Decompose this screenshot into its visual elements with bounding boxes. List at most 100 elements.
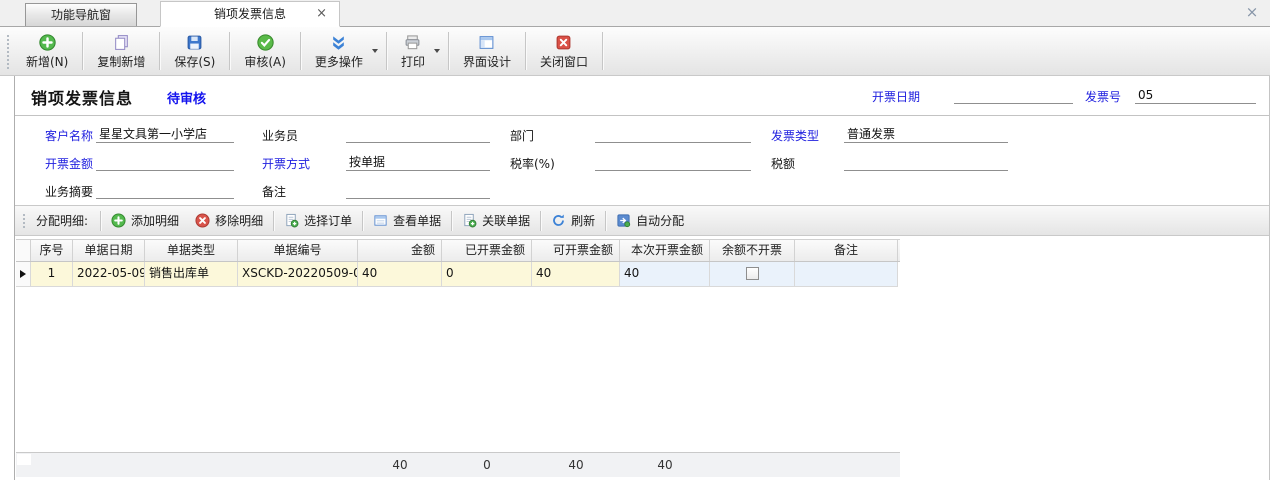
col-no-invoice-balance[interactable]: 余额不开票 xyxy=(710,240,795,261)
col-doc-date[interactable]: 单据日期 xyxy=(73,240,145,261)
main-toolbar: 新增(N) 复制新增 保存(S) 审核(A) 更多操作 xyxy=(0,27,1270,76)
tax-rate-field[interactable] xyxy=(595,154,751,171)
title-row: 销项发票信息 待审核 开票日期 发票号 05 xyxy=(15,76,1269,115)
col-invoiceable-amount[interactable]: 可开票金额 xyxy=(532,240,620,261)
summary-amount: 40 xyxy=(358,453,442,477)
no-invoice-balance-checkbox[interactable] xyxy=(746,267,759,280)
refresh-button[interactable]: 刷新 xyxy=(543,209,603,232)
col-doc-type[interactable]: 单据类型 xyxy=(145,240,238,261)
salesman-label: 业务员 xyxy=(262,127,298,144)
col-amount[interactable]: 金额 xyxy=(358,240,442,261)
audit-button[interactable]: 审核(A) xyxy=(231,27,299,75)
content-panel: 销项发票信息 待审核 开票日期 发票号 05 客户名称 星星文具第一小学店 业务… xyxy=(14,76,1270,480)
add-detail-button[interactable]: 添加明细 xyxy=(103,209,187,232)
view-doc-button[interactable]: 查看单据 xyxy=(365,209,449,232)
approve-icon xyxy=(257,34,274,51)
toolbar-separator xyxy=(82,32,83,70)
col-doc-no[interactable]: 单据编号 xyxy=(238,240,358,261)
department-label: 部门 xyxy=(510,127,534,144)
new-button[interactable]: 新增(N) xyxy=(13,27,81,75)
current-row-indicator-icon xyxy=(20,270,26,278)
detail-separator xyxy=(362,211,363,231)
cell-invoiceable-amount: 40 xyxy=(532,262,620,287)
cell-seq: 1 xyxy=(31,262,73,287)
invoice-type-field[interactable]: 普通发票 xyxy=(844,126,1008,143)
detail-toolbar-grip[interactable] xyxy=(21,212,26,230)
auto-assign-button[interactable]: 自动分配 xyxy=(608,209,692,232)
save-button[interactable]: 保存(S) xyxy=(161,27,228,75)
col-seq[interactable]: 序号 xyxy=(31,240,73,261)
cell-remark[interactable] xyxy=(795,262,898,287)
invoice-method-label: 开票方式 xyxy=(262,155,310,172)
close-icon xyxy=(555,34,572,51)
save-icon xyxy=(186,34,203,51)
toolbar-separator xyxy=(525,32,526,70)
detail-section-label: 分配明细: xyxy=(30,212,98,229)
invoice-form: 客户名称 星星文具第一小学店 业务员 部门 发票类型 普通发票 开票金额 开票方… xyxy=(15,115,1269,205)
salesman-field[interactable] xyxy=(346,126,490,143)
summary-spacer xyxy=(238,453,358,477)
invoice-amount-field[interactable] xyxy=(96,154,234,171)
grid-summary-row: 40 0 40 40 xyxy=(16,452,900,477)
summary-invoiced-amount: 0 xyxy=(442,453,532,477)
toolbar-grip[interactable] xyxy=(5,33,10,69)
refresh-icon xyxy=(551,213,566,228)
invoice-date-label: 开票日期 xyxy=(872,88,920,105)
view-table-icon xyxy=(373,213,388,228)
invoice-amount-label: 开票金额 xyxy=(45,155,93,172)
tab-sales-invoice-info[interactable]: 销项发票信息 × xyxy=(160,1,340,27)
copy-new-button[interactable]: 复制新增 xyxy=(84,27,158,75)
invoice-date-field[interactable] xyxy=(954,87,1073,104)
summary-spacer xyxy=(795,453,898,477)
window-close-icon[interactable]: × xyxy=(1242,2,1262,22)
cell-invoiced-amount: 0 xyxy=(442,262,532,287)
toolbar-separator xyxy=(159,32,160,70)
remove-circle-icon xyxy=(195,213,210,228)
remark-field[interactable] xyxy=(346,182,490,199)
print-button[interactable]: 打印 xyxy=(388,27,447,75)
invoice-type-label: 发票类型 xyxy=(771,127,819,144)
ui-design-button[interactable]: 界面设计 xyxy=(450,27,524,75)
more-actions-button[interactable]: 更多操作 xyxy=(302,27,385,75)
row-header-cell xyxy=(16,262,31,287)
summary-current-invoice-amount: 40 xyxy=(620,453,710,477)
close-window-button[interactable]: 关闭窗口 xyxy=(527,27,601,75)
tax-rate-label: 税率(%) xyxy=(510,155,555,172)
cell-doc-type: 销售出库单 xyxy=(145,262,238,287)
business-summary-field[interactable] xyxy=(96,182,234,199)
link-doc-button[interactable]: 关联单据 xyxy=(454,209,538,232)
dropdown-arrow-icon[interactable] xyxy=(434,49,440,56)
printer-icon xyxy=(404,34,421,51)
dropdown-arrow-icon[interactable] xyxy=(372,49,378,56)
form-row-2: 开票金额 开票方式 按单据 税率(%) 税额 xyxy=(15,152,1269,174)
invoice-no-field[interactable]: 05 xyxy=(1135,87,1256,104)
cell-amount: 40 xyxy=(358,262,442,287)
page-title: 销项发票信息 xyxy=(31,85,133,109)
copy-icon xyxy=(113,34,130,51)
customer-field[interactable]: 星星文具第一小学店 xyxy=(96,126,234,143)
auto-assign-icon xyxy=(616,213,631,228)
col-current-invoice-amount[interactable]: 本次开票金额 xyxy=(620,240,710,261)
cell-current-invoice-amount[interactable]: 40 xyxy=(620,262,710,287)
layout-design-icon xyxy=(478,34,495,51)
tab-label: 销项发票信息 xyxy=(214,7,286,21)
tab-function-navigator[interactable]: 功能导航窗 xyxy=(25,3,137,26)
select-order-button[interactable]: 选择订单 xyxy=(276,209,360,232)
remove-detail-button[interactable]: 移除明细 xyxy=(187,209,271,232)
department-field[interactable] xyxy=(595,126,751,143)
summary-spacer xyxy=(73,453,145,477)
col-invoiced-amount[interactable]: 已开票金额 xyxy=(442,240,532,261)
summary-corner xyxy=(17,454,31,465)
tax-amount-field[interactable] xyxy=(844,154,1008,171)
detail-separator xyxy=(540,211,541,231)
document-add-icon xyxy=(284,213,299,228)
invoice-method-field[interactable]: 按单据 xyxy=(346,154,490,171)
customer-label: 客户名称 xyxy=(45,127,93,144)
col-remark[interactable]: 备注 xyxy=(795,240,898,261)
double-chevron-down-icon xyxy=(330,34,347,51)
summary-invoiceable-amount: 40 xyxy=(532,453,620,477)
toolbar-separator xyxy=(448,32,449,70)
tab-close-icon[interactable]: × xyxy=(316,2,327,27)
table-row[interactable]: 1 2022-05-09 销售出库单 XSCKD-20220509-0004 4… xyxy=(16,262,900,287)
detail-toolbar: 分配明细: 添加明细 移除明细 选择订单 xyxy=(15,205,1269,236)
